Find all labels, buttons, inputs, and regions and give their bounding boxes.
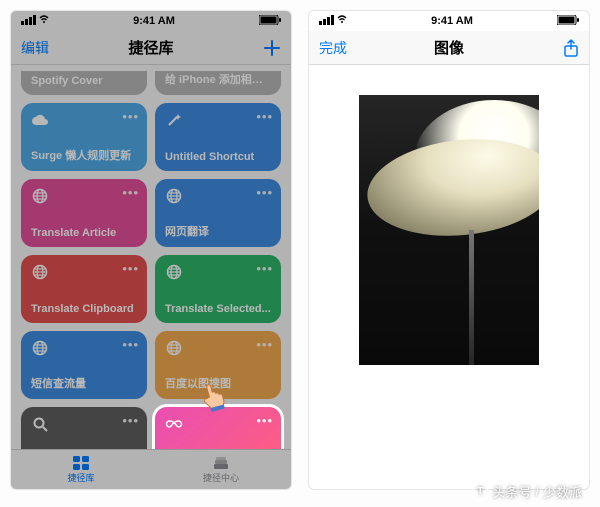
share-button[interactable] — [529, 39, 579, 57]
add-button[interactable] — [231, 39, 281, 57]
more-icon[interactable]: ••• — [256, 109, 273, 124]
infinity-icon — [165, 415, 183, 433]
library-tab[interactable]: 捷径库 — [11, 450, 151, 489]
toutiao-logo-icon: T — [472, 484, 488, 500]
edit-button[interactable]: 编辑 — [21, 38, 71, 58]
carrier-icons — [319, 15, 347, 28]
globe-icon — [165, 187, 183, 205]
more-icon[interactable]: ••• — [122, 261, 139, 276]
gallery-tab-label: 捷径中心 — [203, 471, 239, 484]
more-icon[interactable]: ••• — [256, 185, 273, 200]
cloud-icon — [31, 111, 49, 129]
globe-icon — [165, 263, 183, 281]
status-bar: 9:41 AM — [11, 11, 291, 31]
tile-label: Translate Clipboard — [31, 303, 137, 315]
right-phone: 9:41 AM 完成 图像 — [308, 10, 590, 490]
status-time-right: 9:41 AM — [347, 15, 557, 27]
shortcut-tile[interactable]: ••• 网页翻译 — [155, 179, 281, 247]
tile-label: 短信查流量 — [31, 375, 137, 391]
tile-label: Translate Article — [31, 227, 137, 239]
tile-label: Translate Selected... — [165, 303, 271, 315]
shortcut-tile[interactable]: •••二次元画像詳細検索 — [21, 407, 147, 449]
left-phone: 9:41 AM 编辑 捷径库 Spotify Cover 给 iPhone 添加相… — [10, 10, 292, 490]
tile-label: 给 iPhone 添加相机... — [165, 71, 271, 87]
more-icon[interactable]: ••• — [122, 413, 139, 428]
status-time: 9:41 AM — [49, 15, 259, 27]
status-bar-right: 9:41 AM — [309, 11, 589, 31]
more-icon[interactable]: ••• — [256, 261, 273, 276]
shortcut-tile[interactable]: Spotify Cover — [21, 71, 147, 95]
shortcut-tile[interactable]: •••Live photo to Loop... — [155, 407, 281, 449]
shortcut-tile[interactable]: 给 iPhone 添加相机... — [155, 71, 281, 95]
shortcut-tile[interactable]: ••• Translate Clipboard — [21, 255, 147, 323]
tile-label: Spotify Cover — [31, 75, 137, 87]
nav-title: 捷径库 — [128, 37, 173, 58]
globe-icon — [31, 339, 49, 357]
battery-icon — [259, 15, 281, 28]
more-icon[interactable]: ••• — [256, 413, 273, 428]
shortcut-grid: Spotify Cover 给 iPhone 添加相机... ••• Surge 懒人… — [11, 65, 291, 449]
carrier-icons — [21, 15, 49, 28]
wand-icon — [165, 111, 183, 129]
shortcut-tile[interactable]: ••• Translate Selected... — [155, 255, 281, 323]
tile-label: 网页翻译 — [165, 223, 271, 239]
library-tab-label: 捷径库 — [67, 471, 94, 484]
tab-bar: 捷径库 捷径中心 — [11, 449, 291, 489]
more-icon[interactable]: ••• — [256, 337, 273, 352]
nav-title-right: 图像 — [434, 37, 464, 58]
more-icon[interactable]: ••• — [122, 185, 139, 200]
gallery-tab[interactable]: 捷径中心 — [151, 450, 291, 489]
credit-source: 头条号 — [492, 482, 531, 501]
image-viewer[interactable] — [309, 65, 589, 489]
nav-bar: 编辑 捷径库 — [11, 31, 291, 65]
displayed-image — [359, 95, 539, 365]
more-icon[interactable]: ••• — [122, 337, 139, 352]
shortcut-tile[interactable]: ••• 短信查流量 — [21, 331, 147, 399]
credit-author: 少数派 — [543, 482, 582, 501]
done-button[interactable]: 完成 — [319, 38, 369, 58]
more-icon[interactable]: ••• — [122, 109, 139, 124]
tile-label: 百度以图搜图 — [165, 375, 271, 391]
tile-label: Untitled Shortcut — [165, 151, 271, 163]
globe-icon — [31, 263, 49, 281]
tile-label: Surge 懒人规则更新 — [31, 147, 137, 163]
battery-icon — [557, 15, 579, 28]
shortcut-tile[interactable]: ••• Untitled Shortcut — [155, 103, 281, 171]
shortcut-tile[interactable]: ••• Translate Article — [21, 179, 147, 247]
globe-icon — [165, 339, 183, 357]
search-icon — [31, 415, 49, 433]
credit-sep: / — [535, 484, 539, 499]
globe-icon — [31, 187, 49, 205]
shortcut-tile[interactable]: ••• Surge 懒人规则更新 — [21, 103, 147, 171]
shortcut-tile[interactable]: ••• 百度以图搜图 — [155, 331, 281, 399]
nav-bar-right: 完成 图像 — [309, 31, 589, 65]
footer-credit: T 头条号 / 少数派 — [472, 482, 582, 501]
